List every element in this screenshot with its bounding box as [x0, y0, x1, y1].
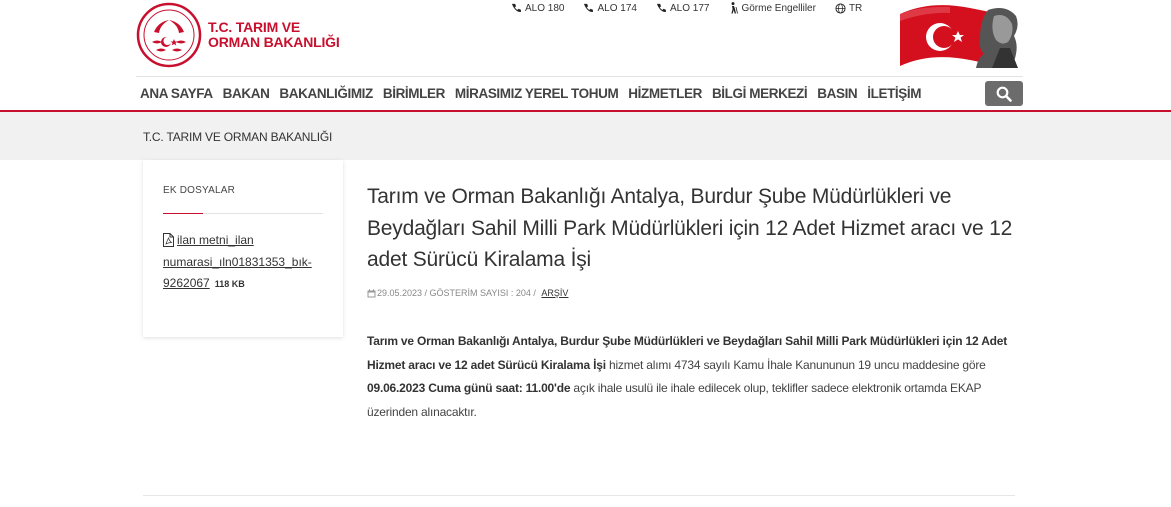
ministry-emblem-icon: [136, 2, 202, 68]
breadcrumb-band: T.C. TARIM VE ORMAN BAKANLIĞI: [0, 112, 1171, 160]
breadcrumb[interactable]: T.C. TARIM VE ORMAN BAKANLIĞI: [143, 130, 332, 144]
globe-icon: [835, 2, 846, 14]
main-nav: ANA SAYFA BAKAN BAKANLIĞIMIZ BİRİMLER Mİ…: [140, 86, 931, 101]
alo-180-link[interactable]: ALO 180: [511, 3, 564, 14]
attachments-title: EK DOSYALAR: [163, 185, 236, 196]
search-icon: [996, 86, 1012, 102]
top-utility-bar: ALO 180 ALO 174 ALO 177 Görme Engelliler…: [511, 2, 881, 14]
attachments-card: EK DOSYALAR ilan metni_ilan numarasi_ıln…: [143, 160, 343, 337]
calendar-icon: [367, 288, 376, 297]
alo-180-label: ALO 180: [525, 2, 565, 14]
article-views: / GÖSTERİM SAYISI : 204 /: [422, 288, 539, 298]
accessibility-label: Görme Engelliler: [741, 2, 816, 14]
article-category-link[interactable]: ARŞİV: [541, 288, 568, 298]
pdf-file-icon: [163, 233, 174, 247]
alo-174-label: ALO 174: [597, 2, 637, 14]
nav-item-mirasimiz-yerel-tohum[interactable]: MİRASIMIZ YEREL TOHUM: [455, 86, 619, 101]
nav-item-bilgi-merkezi[interactable]: BİLGİ MERKEZİ: [712, 86, 808, 101]
alo-174-link[interactable]: ALO 174: [583, 2, 637, 14]
site-logo[interactable]: T.C. TARIM VE ORMAN BAKANLIĞI: [136, 2, 340, 68]
logo-text: T.C. TARIM VE ORMAN BAKANLIĞI: [208, 20, 340, 50]
attachment-link[interactable]: ilan metni_ilan numarasi_ıln01831353_bık…: [163, 230, 333, 296]
phone-icon: [656, 3, 666, 12]
logo-line-1: T.C. TARIM VE: [208, 19, 301, 35]
nav-top-divider: [136, 76, 1023, 77]
site-header: T.C. TARIM VE ORMAN BAKANLIĞI ALO 180 AL…: [0, 0, 1171, 112]
title-divider-line: [203, 213, 323, 214]
article-title: Tarım ve Orman Bakanlığı Antalya, Burdur…: [367, 185, 1013, 271]
nav-item-basin[interactable]: BASIN: [817, 86, 857, 101]
nav-item-bakanligimiz[interactable]: BAKANLIĞIMIZ: [279, 86, 373, 101]
language-link[interactable]: TR: [835, 3, 862, 14]
body-bold-date: 09.06.2023 Cuma günü saat: 11.00'de: [367, 381, 571, 395]
nav-item-birimler[interactable]: BİRİMLER: [383, 86, 445, 101]
accessibility-icon: [731, 2, 739, 14]
content-bottom-divider: [143, 495, 1015, 496]
alo-177-link[interactable]: ALO 177: [656, 3, 709, 14]
nav-item-iletisim[interactable]: İLETİŞİM: [867, 86, 921, 101]
search-button[interactable]: [985, 81, 1023, 106]
title-accent-line: [163, 213, 203, 214]
alo-177-label: ALO 177: [669, 2, 710, 14]
nav-item-bakan[interactable]: BAKAN: [223, 86, 270, 101]
article-meta: 29.05.2023 / GÖSTERİM SAYISI : 204 / ARŞ…: [367, 288, 568, 298]
logo-line-2: ORMAN BAKANLIĞI: [208, 34, 340, 50]
turkish-flag-ataturk-image: [900, 5, 1018, 68]
nav-item-ana-sayfa[interactable]: ANA SAYFA: [140, 86, 213, 101]
phone-icon: [511, 3, 521, 12]
nav-item-hizmetler[interactable]: HİZMETLER: [628, 86, 702, 101]
accessibility-link[interactable]: Görme Engelliler: [728, 2, 816, 14]
body-text-1: hizmet alımı 4734 sayılı Kamu İhale Kanu…: [605, 357, 986, 372]
attachment-file-size: 118 KB: [214, 279, 245, 289]
article-date: 29.05.2023: [377, 288, 423, 298]
phone-icon: [584, 3, 594, 12]
article-body: Tarım ve Orman Bakanlığı Antalya, Burdur…: [367, 330, 1019, 424]
language-label: TR: [848, 2, 863, 14]
